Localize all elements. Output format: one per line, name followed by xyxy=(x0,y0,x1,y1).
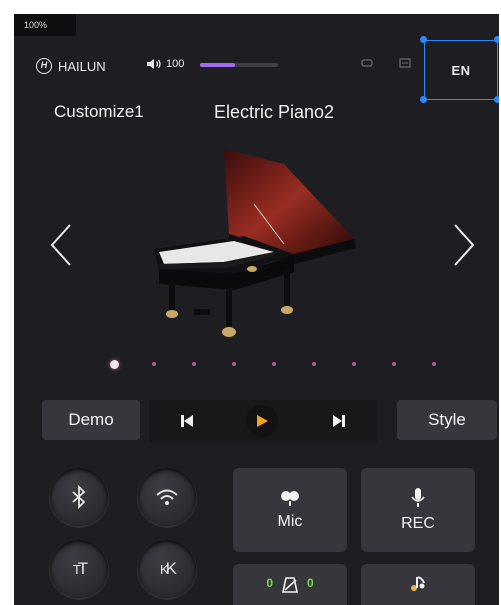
demo-label: Demo xyxy=(68,410,114,429)
page-dot[interactable] xyxy=(414,358,454,370)
page-dot-mark xyxy=(272,362,276,366)
page-dot[interactable] xyxy=(214,358,254,370)
page-dot-mark xyxy=(232,362,236,366)
previous-icon[interactable] xyxy=(177,411,197,431)
brand: H HAILUN xyxy=(36,58,106,74)
page-dot[interactable] xyxy=(374,358,414,370)
volume-value: 100 xyxy=(166,58,185,70)
page-dot-mark xyxy=(312,362,316,366)
count-right: 0 xyxy=(307,576,314,590)
hailun-logo-icon: H xyxy=(36,58,52,74)
page-dot-mark xyxy=(432,362,436,366)
transport-controls xyxy=(149,400,377,442)
play-button[interactable] xyxy=(246,405,278,437)
wifi-icon xyxy=(156,489,178,505)
selection-handle xyxy=(494,96,499,103)
page-dot-mark xyxy=(152,362,156,366)
page-dot-mark xyxy=(392,362,396,366)
volume-slider-fill xyxy=(200,63,236,67)
page-dot[interactable] xyxy=(254,358,294,370)
page-indicator xyxy=(94,358,454,370)
bluetooth-icon xyxy=(72,485,86,509)
transpose-button[interactable]: TT xyxy=(50,540,108,598)
grand-piano-image xyxy=(154,149,356,337)
page-dot[interactable] xyxy=(294,358,334,370)
kk-icon: KK xyxy=(159,559,177,578)
style-button[interactable]: Style xyxy=(397,400,497,440)
page-dot-mark xyxy=(352,362,356,366)
current-sound-name: Electric Piano2 xyxy=(214,102,335,122)
control-bar: Demo Style xyxy=(42,400,499,442)
selection-handle xyxy=(420,96,427,103)
selection-handle xyxy=(494,36,499,43)
language-label: EN xyxy=(451,62,471,78)
style-label: Style xyxy=(428,410,466,429)
rec-label: REC xyxy=(401,515,435,532)
demo-button[interactable]: Demo xyxy=(42,400,140,440)
page-dot-mark xyxy=(109,359,119,369)
tt-icon: TT xyxy=(72,559,89,578)
rec-card[interactable]: REC xyxy=(361,468,475,552)
page-dot[interactable] xyxy=(174,358,214,370)
mic-label: Mic xyxy=(277,513,303,530)
page-dot[interactable] xyxy=(334,358,374,370)
metronome-icon xyxy=(282,577,298,593)
play-icon xyxy=(257,415,268,427)
loop-icon[interactable] xyxy=(360,58,374,70)
mic-card[interactable]: Mic xyxy=(233,468,347,552)
singers-icon xyxy=(281,491,299,506)
volume-display: 100 xyxy=(146,58,184,70)
box-icon[interactable] xyxy=(398,58,412,70)
music-notes-icon xyxy=(411,576,425,591)
page-dot[interactable] xyxy=(94,358,134,370)
next-icon[interactable] xyxy=(329,411,349,431)
selection-handle xyxy=(420,36,427,43)
language-button[interactable]: EN xyxy=(424,40,498,100)
page-dot[interactable] xyxy=(134,358,174,370)
zoom-indicator: 100% xyxy=(14,14,76,36)
volume-slider[interactable] xyxy=(200,63,278,67)
app-screen: 100% H HAILUN 100 EN Customize1 Electric… xyxy=(14,14,499,605)
chevron-left-icon[interactable] xyxy=(46,221,76,269)
brand-name: HAILUN xyxy=(58,58,106,74)
speaker-icon xyxy=(147,59,161,69)
key-button[interactable]: KK xyxy=(138,540,196,598)
music-card[interactable] xyxy=(361,564,475,605)
count-left: 0 xyxy=(266,576,273,590)
chevron-right-icon[interactable] xyxy=(449,221,479,269)
metronome-card[interactable]: 0 0 xyxy=(233,564,347,605)
customize-label[interactable]: Customize1 xyxy=(54,102,144,122)
page-dot-mark xyxy=(192,362,196,366)
microphone-icon xyxy=(411,488,425,507)
wifi-button[interactable] xyxy=(138,468,196,526)
bluetooth-button[interactable] xyxy=(50,468,108,526)
